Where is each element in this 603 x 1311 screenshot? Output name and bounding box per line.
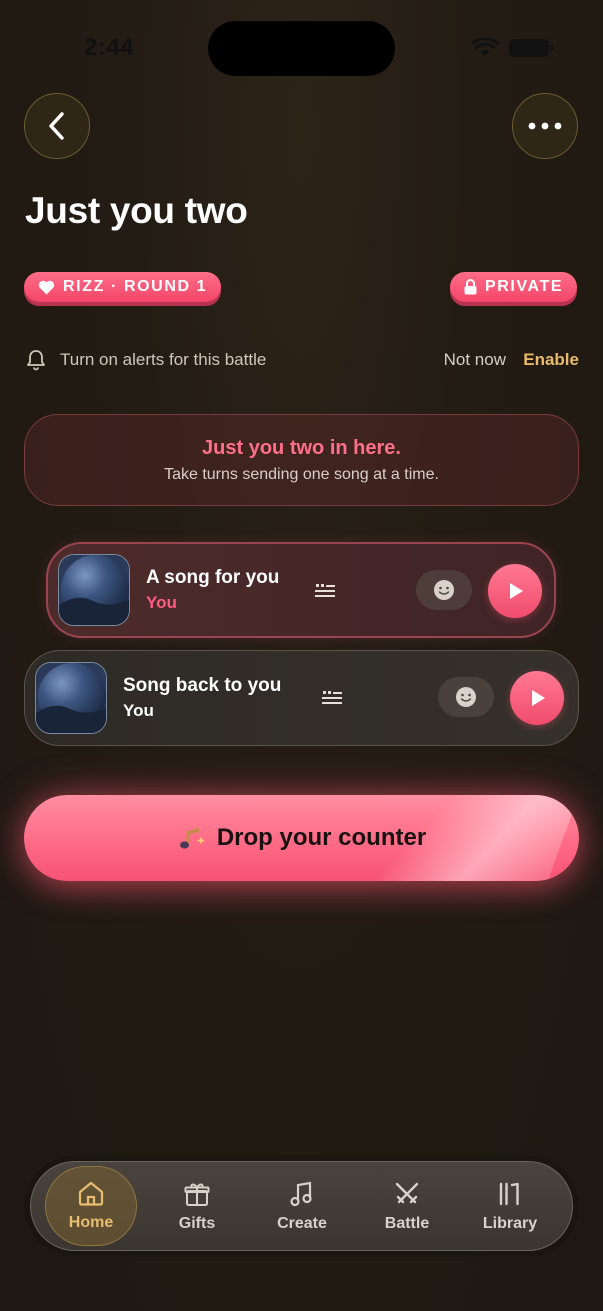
round-badge: RIZZ · ROUND 1 — [24, 272, 222, 302]
back-button[interactable] — [24, 93, 90, 159]
bell-icon — [27, 350, 45, 371]
page-title: Just you two — [25, 190, 248, 231]
track-title: Song back to you — [123, 675, 282, 696]
play-icon — [510, 583, 523, 599]
music-note-icon — [290, 1181, 312, 1207]
tab-label: Library — [482, 1215, 538, 1232]
tab-label: Battle — [384, 1215, 430, 1232]
info-card: Just you two in here. Take turns sending… — [24, 414, 579, 506]
track-card[interactable]: A song for you You — [46, 542, 556, 638]
info-card-subtitle: Take turns sending one song at a time. — [164, 466, 439, 483]
alerts-text: Turn on alerts for this battle — [60, 350, 267, 369]
private-badge: PRIVATE — [450, 272, 578, 302]
tab-label: Create — [277, 1215, 327, 1232]
alerts-row: Turn on alerts for this battle Not now E… — [24, 344, 579, 376]
tab-label: Gifts — [178, 1215, 216, 1232]
tab-home[interactable]: Home — [45, 1166, 137, 1246]
private-badge-label: PRIVATE — [485, 278, 564, 295]
tab-label: Home — [68, 1214, 114, 1231]
home-icon — [78, 1181, 104, 1206]
more-options-button[interactable] — [512, 93, 578, 159]
music-sparkle-icon — [179, 828, 205, 849]
smiley-icon — [434, 580, 454, 600]
track-title: A song for you — [146, 567, 280, 588]
drop-counter-button[interactable]: Drop your counter — [24, 795, 579, 881]
tab-library[interactable]: Library — [464, 1162, 556, 1252]
lock-icon — [464, 279, 477, 295]
crossed-swords-icon — [395, 1182, 419, 1204]
enable-alerts-button[interactable]: Enable — [523, 350, 579, 370]
tab-battle[interactable]: Battle — [361, 1162, 453, 1252]
track-card[interactable]: Song back to you You — [24, 650, 579, 746]
lyrics-icon[interactable] — [314, 582, 336, 600]
battery-icon — [509, 39, 553, 57]
play-icon — [532, 690, 545, 706]
lyrics-icon[interactable] — [321, 689, 343, 707]
more-dots-icon — [528, 122, 562, 130]
track-artist: You — [123, 701, 154, 720]
tab-gifts[interactable]: Gifts — [151, 1162, 243, 1252]
smiley-icon — [456, 687, 476, 707]
react-button[interactable] — [438, 677, 494, 717]
play-button[interactable] — [510, 671, 564, 725]
tab-bar: Home Gifts Create Battle Library — [30, 1161, 573, 1251]
gift-icon — [184, 1183, 210, 1206]
album-art — [35, 662, 107, 734]
album-art — [58, 554, 130, 626]
play-button[interactable] — [488, 564, 542, 618]
status-time: 2:44 — [84, 34, 135, 61]
drop-counter-label: Drop your counter — [216, 824, 427, 851]
heart-icon — [38, 280, 55, 294]
track-artist: You — [146, 593, 177, 612]
round-badge-label: RIZZ · ROUND 1 — [63, 278, 208, 295]
tab-create[interactable]: Create — [256, 1162, 348, 1252]
status-bar: 2:44 — [0, 0, 603, 90]
not-now-button[interactable]: Not now — [444, 350, 506, 370]
library-icon — [499, 1182, 519, 1206]
wifi-icon — [471, 38, 499, 56]
info-card-title: Just you two in here. — [202, 437, 401, 459]
react-button[interactable] — [416, 570, 472, 610]
chevron-left-icon — [49, 112, 64, 140]
dynamic-island — [208, 21, 395, 76]
